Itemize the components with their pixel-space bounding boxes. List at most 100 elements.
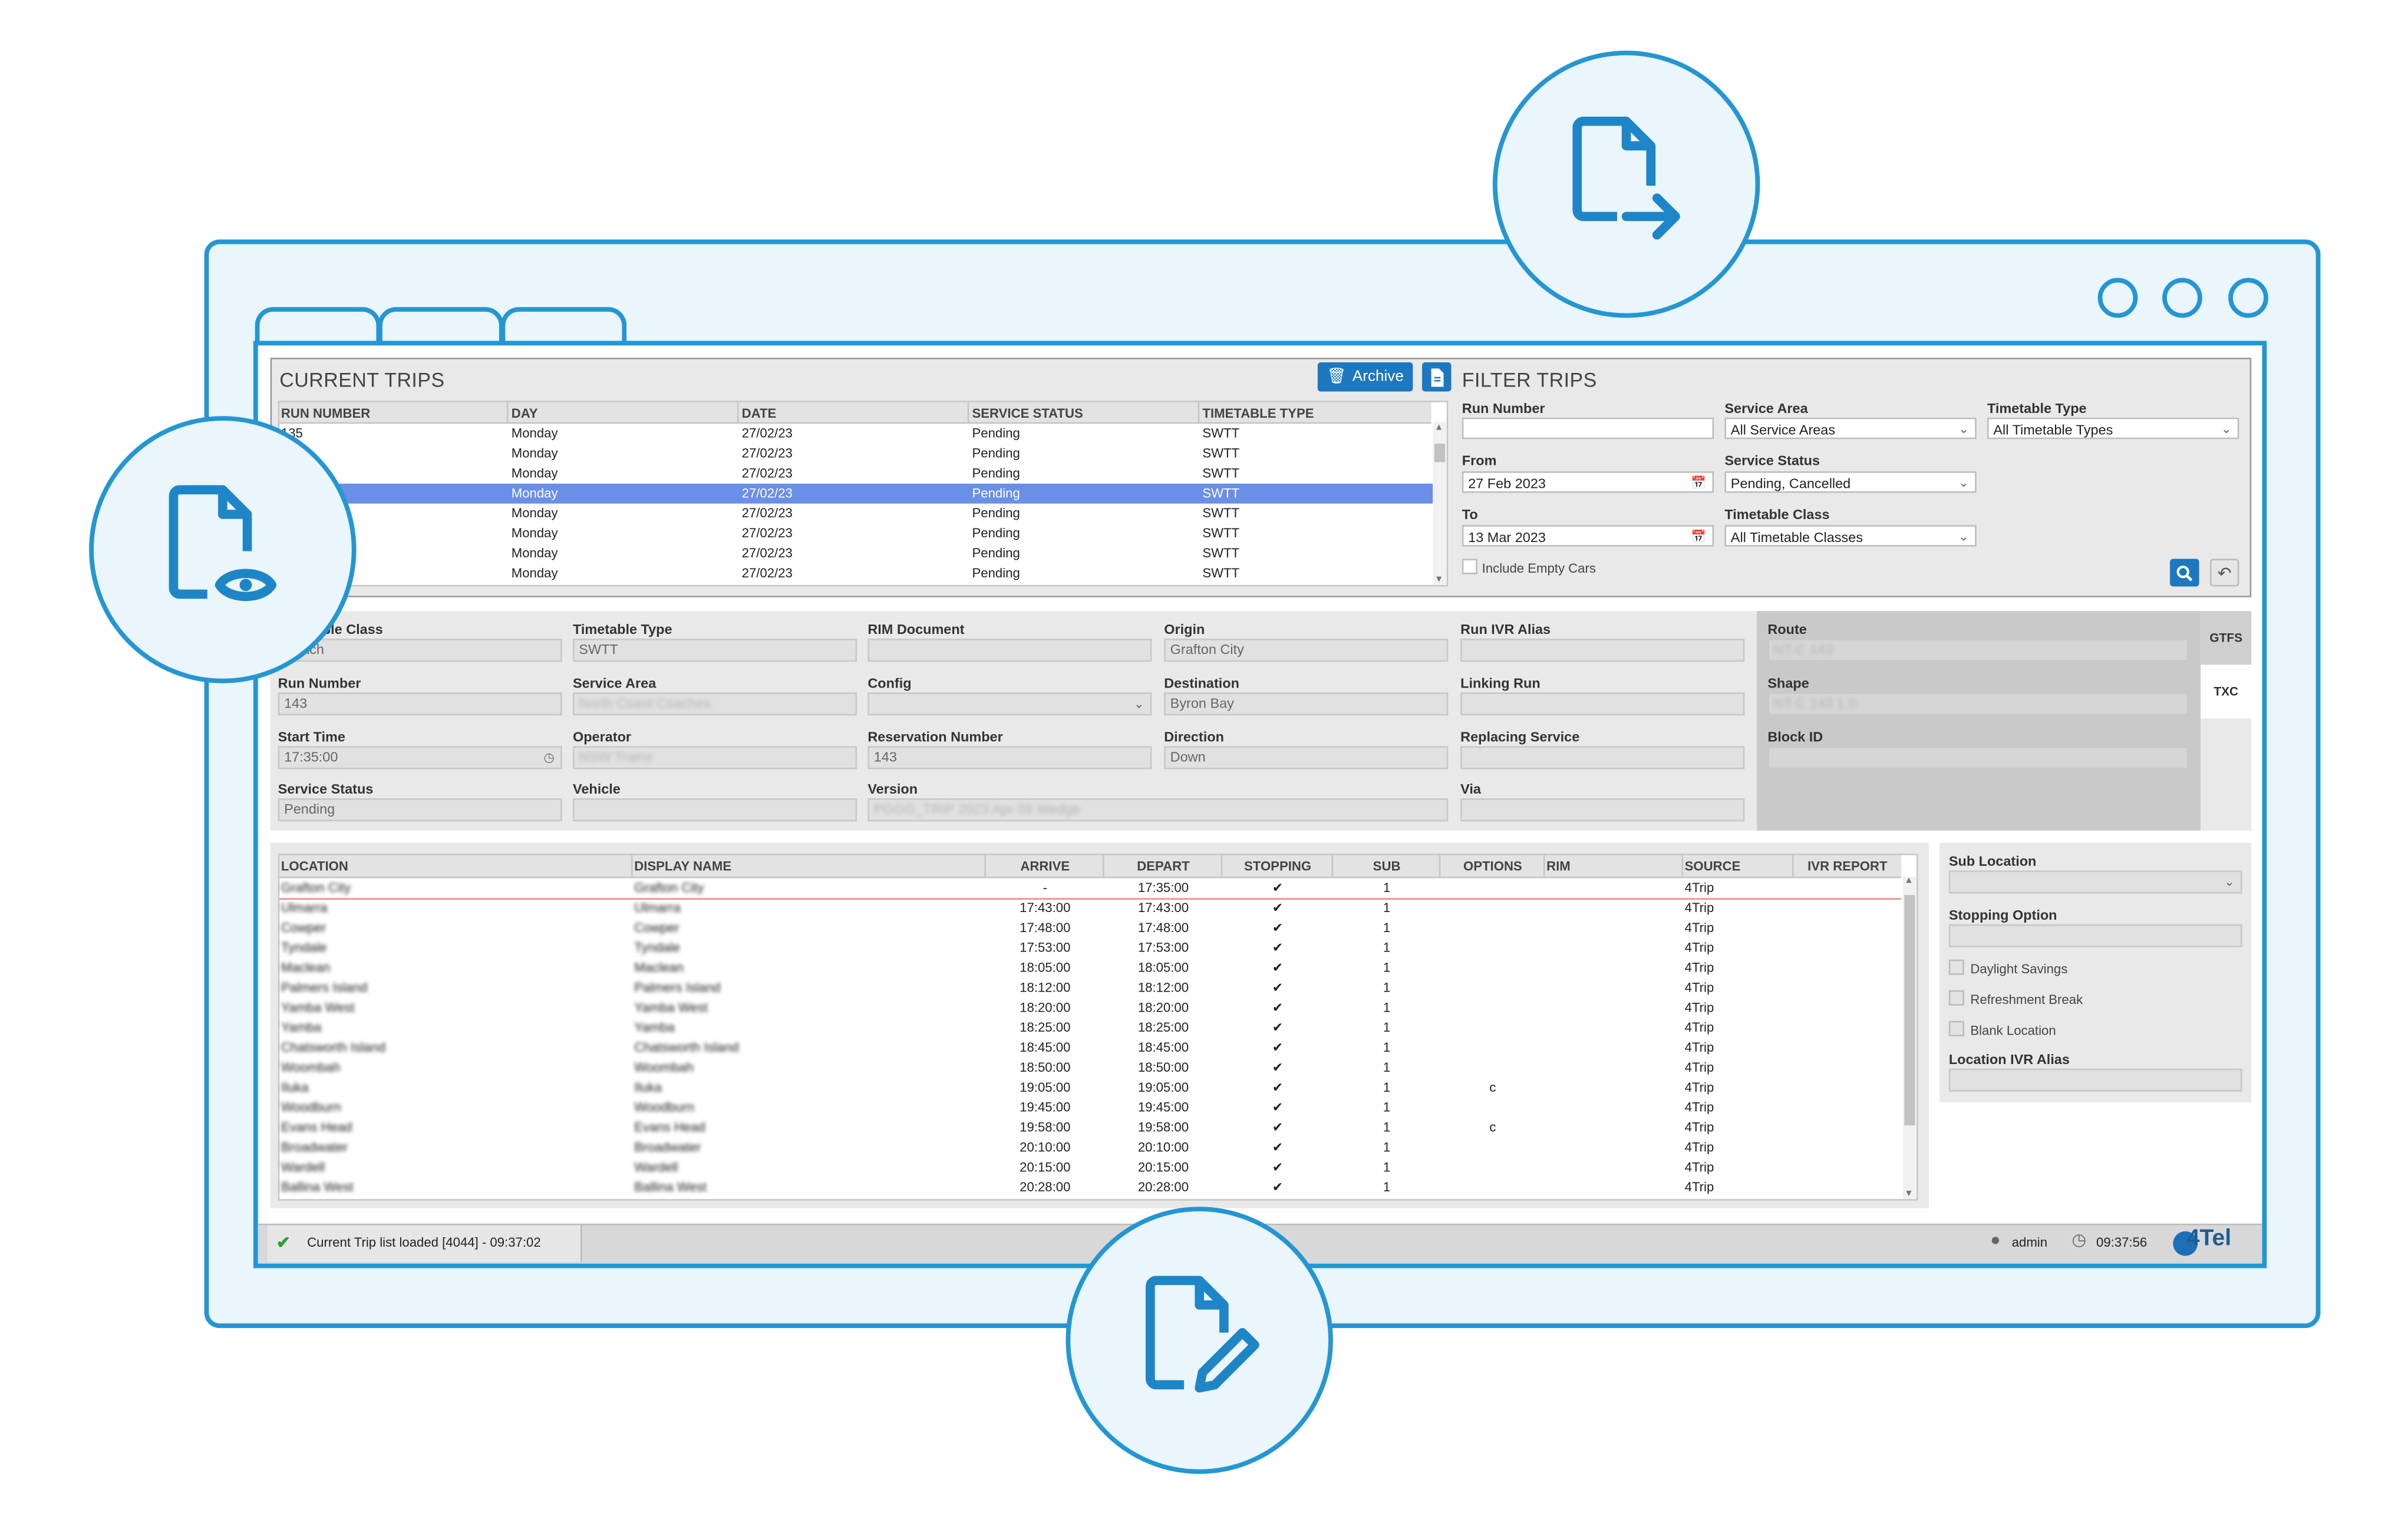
stop-display-name: Ulmarra	[634, 900, 681, 916]
search-button[interactable]	[2170, 559, 2199, 587]
stops-column-header[interactable]: ARRIVE	[988, 858, 1103, 874]
stops-column-header[interactable]: DEPART	[1106, 858, 1221, 874]
filter-to-input[interactable]: 13 Mar 2023 📅	[1462, 525, 1714, 548]
stop-depart: 18:12:00	[1137, 979, 1189, 995]
window-dot-3[interactable]	[2228, 277, 2268, 318]
via-field[interactable]	[1460, 798, 1745, 822]
config-select[interactable]: ⌄	[867, 692, 1152, 716]
filter-timetable-type-select[interactable]: All Timetable Types ⌄	[1987, 417, 2239, 440]
direction-field[interactable]: Down	[1164, 746, 1449, 769]
vehicle-field[interactable]	[572, 798, 857, 822]
stops-column-header[interactable]: SUB	[1334, 858, 1439, 874]
stops-column-header[interactable]: STOPPING	[1224, 858, 1331, 874]
blank-location-checkbox[interactable]	[1948, 1020, 1964, 1036]
trips-column-header[interactable]: DATE	[742, 405, 777, 421]
tab-gtfs[interactable]: GTFS	[2201, 611, 2252, 665]
stopping-option-field[interactable]	[1948, 924, 2242, 947]
operator-field[interactable]: NSW Trains	[572, 746, 857, 769]
clock-icon[interactable]: ◷	[544, 748, 555, 768]
trips-scrollbar[interactable]: ▲ ▼	[1433, 422, 1447, 585]
filter-run-number-input[interactable]	[1462, 417, 1714, 440]
linking-run-field[interactable]	[1460, 692, 1745, 716]
destination-value: Byron Bay	[1170, 695, 1234, 711]
trip-row[interactable]	[279, 424, 1433, 444]
reservation-number-field[interactable]: 143	[867, 746, 1152, 769]
archive-button[interactable]: 🗑 Archive	[1317, 362, 1413, 392]
filter-from-input[interactable]: 27 Feb 2023 📅	[1462, 471, 1714, 493]
stop-depart: 18:20:00	[1137, 999, 1189, 1015]
stop-location: Yamba West	[281, 999, 355, 1015]
stops-column-header[interactable]: RIM	[1546, 858, 1571, 874]
refreshment-break-checkbox[interactable]	[1948, 990, 1964, 1006]
filter-service-status-select[interactable]: Pending, Cancelled ⌄	[1724, 471, 1977, 493]
block-id-field[interactable]	[1767, 746, 2189, 769]
check-icon: ✔	[1272, 919, 1284, 935]
check-icon: ✔	[1272, 939, 1284, 955]
location-ivr-alias-label: Location IVR Alias	[1948, 1052, 2070, 1068]
trips-column-header[interactable]: SERVICE STATUS	[972, 405, 1083, 421]
sub-location-select[interactable]: ⌄	[1948, 870, 2242, 894]
trip-row[interactable]	[279, 504, 1433, 524]
rim-document-field[interactable]	[867, 639, 1152, 662]
stop-source: 4Trip	[1684, 1179, 1714, 1195]
filter-to-label: To	[1462, 506, 1478, 522]
reset-button[interactable]: ↶	[2209, 559, 2239, 587]
location-ivr-alias-field[interactable]	[1948, 1068, 2242, 1092]
stop-sub: 1	[1383, 1139, 1391, 1155]
trip-row[interactable]	[279, 444, 1433, 464]
include-empty-label: Include Empty Cars	[1482, 560, 1596, 576]
filter-timetable-class-select[interactable]: All Timetable Classes ⌄	[1724, 525, 1977, 547]
route-field[interactable]: NT-C 143	[1767, 639, 2189, 662]
check-icon: ✔	[1272, 999, 1284, 1015]
stops-column-header[interactable]: IVR REPORT	[1795, 858, 1899, 874]
service-status-field[interactable]: Pending	[278, 798, 562, 822]
service-area-value: North Coast Coaches	[579, 695, 711, 711]
service-area-field[interactable]: North Coast Coaches	[572, 692, 857, 716]
status-user[interactable]: admin	[2012, 1234, 2047, 1250]
column-divider	[1792, 855, 1794, 877]
version-field[interactable]: PGGG_TRIP 2023 Apr 09 Wedge	[867, 798, 1449, 822]
stops-column-header[interactable]: DISPLAY NAME	[634, 858, 731, 874]
tab-spacer	[2201, 718, 2252, 831]
replacing-service-label: Replacing Service	[1460, 729, 1580, 745]
stop-location: Broadwater	[281, 1139, 348, 1155]
timetable-class-field[interactable]: Coach	[278, 639, 562, 662]
trip-row[interactable]	[279, 543, 1433, 563]
stop-sub: 1	[1383, 939, 1391, 955]
filter-service-area-select[interactable]: All Service Areas ⌄	[1724, 417, 1977, 440]
daylight-savings-checkbox[interactable]	[1948, 959, 1964, 975]
window-dot-2[interactable]	[2162, 277, 2202, 318]
destination-field[interactable]: Byron Bay	[1164, 692, 1449, 716]
trip-row[interactable]	[279, 524, 1433, 544]
export-document-button[interactable]	[1422, 362, 1452, 392]
check-icon: ✔	[1272, 1079, 1284, 1095]
tab-txc[interactable]: TXC	[2201, 665, 2252, 719]
timetable-type-field[interactable]: SWTT	[572, 639, 857, 662]
window-dot-1[interactable]	[2097, 277, 2138, 318]
trip-cell: 27/02/23	[741, 564, 793, 581]
calendar-icon[interactable]: 📅	[1691, 527, 1706, 548]
trips-column-header[interactable]: DAY	[512, 405, 538, 421]
start-time-field[interactable]: 17:35:00 ◷	[278, 746, 562, 769]
calendar-icon[interactable]: 📅	[1691, 473, 1706, 494]
stops-column-header[interactable]: LOCATION	[281, 858, 348, 874]
stops-column-header[interactable]: OPTIONS	[1442, 858, 1543, 874]
trip-row[interactable]	[279, 563, 1433, 583]
stop-depart: 19:58:00	[1137, 1119, 1189, 1135]
trip-row[interactable]	[279, 483, 1433, 504]
run-ivr-alias-field[interactable]	[1460, 639, 1745, 662]
shape-label: Shape	[1767, 675, 1809, 691]
trip-row[interactable]	[279, 464, 1433, 484]
run-number-field[interactable]: 143	[278, 692, 562, 716]
trips-column-header[interactable]: TIMETABLE TYPE	[1202, 405, 1314, 421]
shape-field[interactable]: NT-C 143 1.0	[1767, 692, 2189, 716]
stop-depart: 17:35:00	[1137, 880, 1189, 896]
replacing-service-field[interactable]	[1460, 746, 1745, 769]
origin-field[interactable]: Grafton City	[1164, 639, 1449, 662]
timetable-type-label: Timetable Type	[572, 622, 672, 637]
include-empty-checkbox[interactable]	[1462, 559, 1477, 574]
stop-arrive: 17:43:00	[1020, 900, 1071, 916]
stops-scrollbar[interactable]: ▲ ▼	[1902, 876, 1917, 1200]
trips-column-header[interactable]: RUN NUMBER	[281, 405, 370, 421]
stops-column-header[interactable]: SOURCE	[1685, 858, 1741, 874]
